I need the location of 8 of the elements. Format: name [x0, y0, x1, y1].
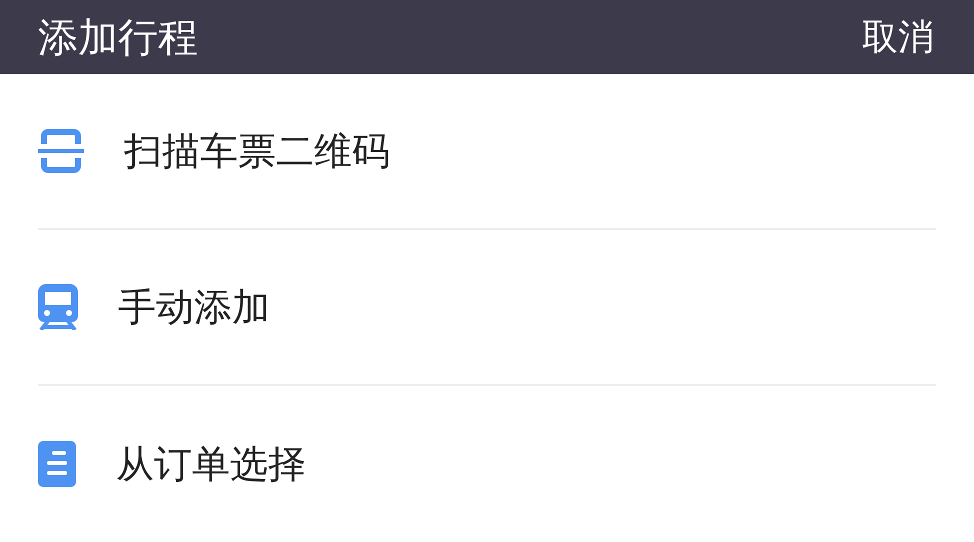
train-icon [38, 284, 78, 330]
cancel-button[interactable]: 取消 [862, 12, 934, 62]
option-label[interactable]: 扫描车票二维码 [124, 126, 390, 176]
option-label[interactable]: 手动添加 [118, 282, 270, 332]
document-icon [38, 441, 76, 487]
scan-icon [38, 128, 84, 174]
page-title: 添加行程 [38, 14, 198, 62]
option-label[interactable]: 从订单选择 [116, 438, 306, 490]
